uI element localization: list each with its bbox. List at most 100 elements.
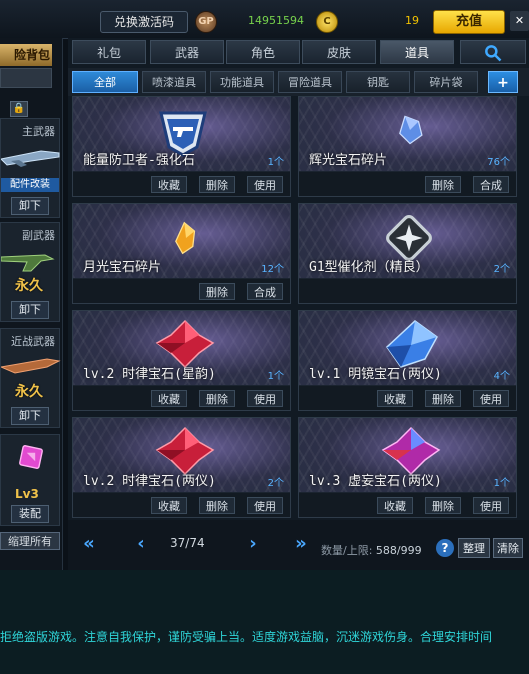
subtab-keys[interactable]: 钥匙 bbox=[346, 71, 410, 93]
permanent-label: 永久 bbox=[15, 278, 43, 294]
item-name: lv.1 明镜宝石(两仪) bbox=[309, 367, 442, 382]
item-card[interactable]: 辉光宝石碎片 76个 删除 合成 bbox=[298, 96, 517, 197]
equipment-panel: 险背包 🔒 主武器 配件改装 卸下 副武器 永久 卸下 近战武器 永久 卸下 L… bbox=[0, 38, 63, 570]
tab-gift[interactable]: 礼包 bbox=[72, 40, 146, 64]
equip-button[interactable]: 装配 bbox=[11, 505, 49, 523]
attachment-mod-badge[interactable]: 配件改装 bbox=[1, 178, 59, 192]
blue-gem-icon bbox=[386, 320, 438, 368]
item-count: 1个 bbox=[267, 157, 284, 168]
health-notice: 拒绝盗版游戏。注意自我保护，谨防受骗上当。适度游戏益脑，沉迷游戏伤身。合理安排时… bbox=[0, 630, 493, 644]
tab-items[interactable]: 道具 bbox=[380, 40, 454, 64]
unequip-primary-button[interactable]: 卸下 bbox=[11, 197, 49, 215]
subtab-spray[interactable]: 喷漆道具 bbox=[142, 71, 206, 93]
delete-button[interactable]: 删除 bbox=[199, 283, 235, 300]
capacity-display: 数量/上限: 588/999 bbox=[321, 542, 422, 558]
delete-button[interactable]: 删除 bbox=[425, 497, 461, 514]
capacity-label: 数量/上限: bbox=[321, 544, 373, 557]
close-icon[interactable]: ✕ bbox=[510, 11, 529, 31]
item-name: G1型催化剂（精良） bbox=[309, 260, 429, 275]
backpack-tab[interactable]: 险背包 bbox=[0, 44, 52, 66]
combine-button[interactable]: 合成 bbox=[473, 176, 509, 193]
use-button[interactable]: 使用 bbox=[473, 497, 509, 514]
tidy-button[interactable]: 整理 bbox=[458, 538, 490, 558]
item-grid: 能量防卫者-强化石 1个 收藏 删除 使用 辉光宝石碎片 76个 删除 合成 月… bbox=[72, 96, 528, 520]
item-count: 76个 bbox=[487, 157, 510, 168]
use-button[interactable]: 使用 bbox=[247, 176, 283, 193]
delete-button[interactable]: 删除 bbox=[425, 176, 461, 193]
red-gem-icon bbox=[155, 319, 215, 369]
item-count: 4个 bbox=[493, 371, 510, 382]
use-button[interactable]: 使用 bbox=[473, 390, 509, 407]
item-actions: 删除 合成 bbox=[73, 279, 290, 303]
primary-weapon-slot[interactable]: 主武器 配件改装 卸下 bbox=[0, 118, 60, 218]
recharge-button[interactable]: 充值 bbox=[433, 10, 505, 34]
item-actions: 删除 合成 bbox=[299, 172, 516, 196]
item-count: 1个 bbox=[493, 478, 510, 489]
first-page-button[interactable]: « bbox=[78, 533, 100, 555]
subtab-all[interactable]: 全部 bbox=[72, 71, 138, 93]
panel-strip bbox=[0, 68, 52, 88]
search-button[interactable] bbox=[460, 40, 526, 64]
item-name: lv.3 虚妄宝石(两仪) bbox=[309, 474, 442, 489]
favorite-button[interactable]: 收藏 bbox=[151, 176, 187, 193]
delete-button[interactable]: 删除 bbox=[199, 390, 235, 407]
prev-page-button[interactable]: ‹ bbox=[130, 533, 152, 555]
favorite-button[interactable]: 收藏 bbox=[377, 497, 413, 514]
item-card[interactable]: 能量防卫者-强化石 1个 收藏 删除 使用 bbox=[72, 96, 291, 197]
last-page-button[interactable]: » bbox=[290, 533, 312, 555]
item-card[interactable]: lv.2 时律宝石(两仪) 2个 收藏 删除 使用 bbox=[72, 417, 291, 518]
clear-button[interactable]: 清除 bbox=[493, 538, 523, 558]
add-button[interactable]: + bbox=[488, 71, 518, 93]
item-card[interactable]: 月光宝石碎片 12个 删除 合成 bbox=[72, 203, 291, 304]
delete-button[interactable]: 删除 bbox=[199, 497, 235, 514]
organize-all-button[interactable]: 缩理所有 bbox=[0, 532, 60, 550]
subtab-adventure[interactable]: 冒险道具 bbox=[278, 71, 342, 93]
blue-crystal-shard-icon bbox=[399, 115, 423, 145]
item-card[interactable]: G1型催化剂（精良） 2个 bbox=[298, 203, 517, 304]
sub-tabs: 全部 喷漆道具 功能道具 冒险道具 钥匙 碎片袋 bbox=[68, 68, 529, 96]
tab-characters[interactable]: 角色 bbox=[226, 40, 300, 64]
secondary-weapon-slot[interactable]: 副武器 永久 卸下 bbox=[0, 222, 60, 322]
extra-slot[interactable]: Lv3 装配 bbox=[0, 434, 60, 526]
delete-button[interactable]: 删除 bbox=[425, 390, 461, 407]
item-count: 12个 bbox=[261, 264, 284, 275]
item-name: lv.2 时律宝石(两仪) bbox=[83, 474, 216, 489]
item-card[interactable]: lv.1 明镜宝石(两仪) 4个 收藏 删除 使用 bbox=[298, 310, 517, 411]
use-button[interactable]: 使用 bbox=[247, 390, 283, 407]
unequip-melee-button[interactable]: 卸下 bbox=[11, 407, 49, 425]
c-coin-icon: C bbox=[316, 11, 338, 33]
subtab-shard-bag[interactable]: 碎片袋 bbox=[414, 71, 478, 93]
unequip-secondary-button[interactable]: 卸下 bbox=[11, 301, 49, 319]
favorite-button[interactable]: 收藏 bbox=[377, 390, 413, 407]
item-actions bbox=[299, 279, 516, 303]
item-actions: 收藏 删除 使用 bbox=[299, 493, 516, 517]
item-name: 月光宝石碎片 bbox=[83, 260, 162, 275]
favorite-button[interactable]: 收藏 bbox=[151, 497, 187, 514]
rifle-icon bbox=[1, 150, 60, 167]
page-indicator: 37/74 bbox=[170, 536, 205, 550]
item-name: 辉光宝石碎片 bbox=[309, 153, 388, 168]
category-tabs: 礼包 武器 角色 皮肤 道具 bbox=[68, 38, 529, 66]
tab-weapons[interactable]: 武器 bbox=[150, 40, 224, 64]
level-label: Lv3 bbox=[15, 487, 39, 501]
use-button[interactable]: 使用 bbox=[247, 497, 283, 514]
redeem-code-button[interactable]: 兑换激活码 bbox=[100, 11, 188, 33]
item-card[interactable]: lv.3 虚妄宝石(两仪) 1个 收藏 删除 使用 bbox=[298, 417, 517, 518]
next-page-button[interactable]: › bbox=[242, 533, 264, 555]
subtab-function[interactable]: 功能道具 bbox=[210, 71, 274, 93]
combine-button[interactable]: 合成 bbox=[247, 283, 283, 300]
search-icon bbox=[485, 45, 502, 62]
delete-button[interactable]: 删除 bbox=[199, 176, 235, 193]
help-icon[interactable]: ? bbox=[436, 539, 454, 557]
melee-weapon-slot[interactable]: 近战武器 永久 卸下 bbox=[0, 328, 61, 428]
red-gem-icon bbox=[155, 426, 215, 476]
item-name: lv.2 时律宝石(星韵) bbox=[83, 367, 216, 382]
pagination-bar: « ‹ 37/74 › » 数量/上限: 588/999 ? 整理 清除 bbox=[68, 520, 529, 570]
favorite-button[interactable]: 收藏 bbox=[151, 390, 187, 407]
tab-skins[interactable]: 皮肤 bbox=[302, 40, 376, 64]
item-card[interactable]: lv.2 时律宝石(星韵) 1个 收藏 删除 使用 bbox=[72, 310, 291, 411]
lock-icon[interactable]: 🔒 bbox=[10, 101, 28, 117]
item-actions: 收藏 删除 使用 bbox=[73, 493, 290, 517]
gp-balance: 14951594 bbox=[248, 14, 304, 27]
item-count: 2个 bbox=[267, 478, 284, 489]
